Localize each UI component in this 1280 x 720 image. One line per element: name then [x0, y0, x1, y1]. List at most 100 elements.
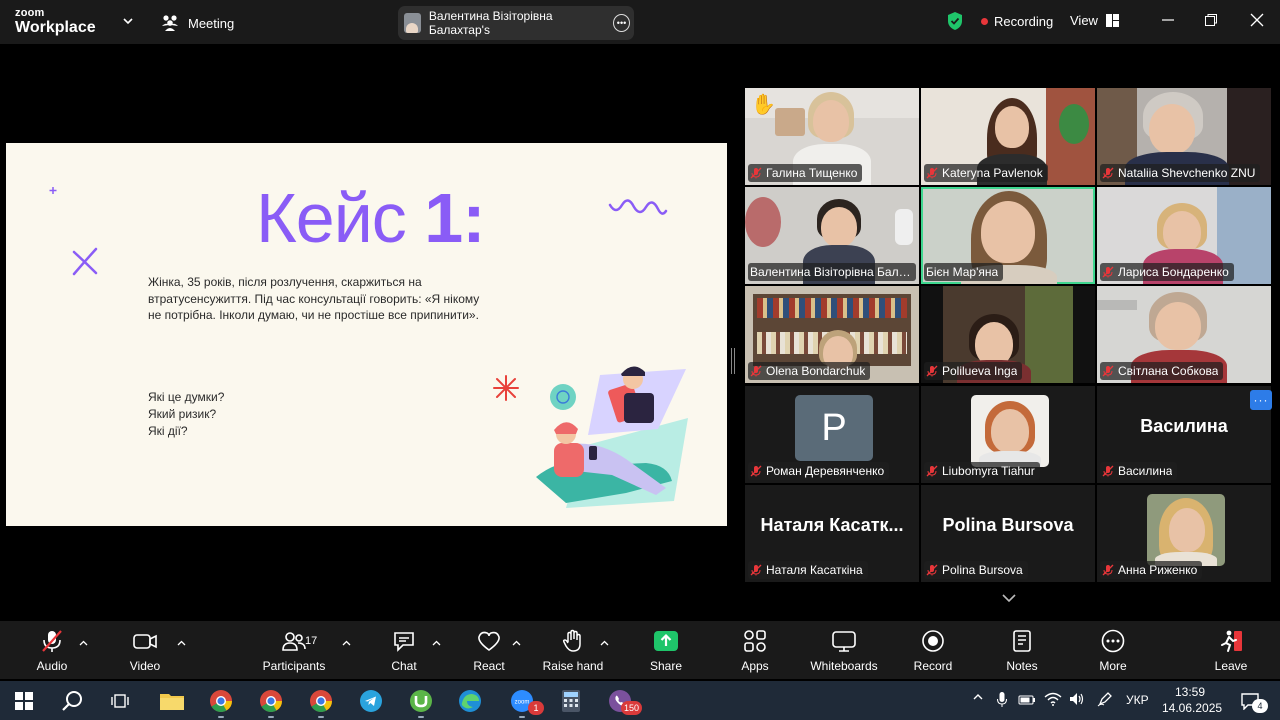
case-questions: Які це думки? Який ризик? Які дії?: [148, 389, 224, 440]
mic-muted-icon: [750, 564, 762, 576]
participant-name-label: Olena Bondarchuk: [748, 362, 871, 380]
viber-icon[interactable]: 150: [604, 685, 642, 717]
wifi-icon[interactable]: [1044, 691, 1062, 707]
record-button[interactable]: Record: [888, 629, 978, 673]
audio-button[interactable]: Audio: [7, 629, 97, 673]
chrome-icon[interactable]: [205, 685, 237, 718]
participant-tile[interactable]: Валентина Візіторівна Балахтар: [745, 187, 919, 284]
more-button[interactable]: More: [1068, 629, 1158, 673]
chevron-up-icon[interactable]: [432, 640, 441, 646]
participant-tile[interactable]: Наталя Касатк... Наталя Касаткіна: [745, 485, 919, 582]
whiteboards-button[interactable]: Whiteboards: [799, 629, 889, 673]
task-view-icon[interactable]: [104, 685, 136, 717]
active-speaker-name: Валентина Візіторівна Балахтар's: [428, 9, 553, 37]
search-icon[interactable]: [56, 685, 88, 717]
participant-tile[interactable]: Polilueva Inga: [921, 286, 1095, 383]
mic-muted-icon: [750, 167, 762, 179]
apps-button[interactable]: Apps: [710, 629, 800, 673]
chrome-icon[interactable]: [305, 685, 337, 718]
restore-icon[interactable]: [1203, 12, 1219, 28]
input-language-indicator[interactable]: УКР: [1126, 693, 1149, 707]
participant-tile[interactable]: ✋ Галина Тищенко: [745, 88, 919, 185]
participant-tile[interactable]: Світлана Собкова: [1097, 286, 1271, 383]
file-explorer-icon[interactable]: [156, 685, 188, 717]
participants-button[interactable]: 17 Participants: [249, 629, 339, 673]
meeting-menu-button[interactable]: Meeting: [160, 13, 234, 33]
participant-tile-active-speaker[interactable]: Бієн Мар'яна: [921, 187, 1095, 284]
cross-decoration-icon: [72, 247, 98, 276]
video-button[interactable]: Video: [100, 629, 190, 673]
edge-icon[interactable]: [454, 685, 486, 717]
recording-indicator[interactable]: Recording: [981, 14, 1053, 29]
windows-taskbar: zoom 1 150 УКР 13:59 14.06.2025 4: [0, 681, 1280, 720]
telegram-icon[interactable]: [355, 685, 387, 717]
leave-icon: [1221, 630, 1242, 652]
participant-tile[interactable]: P Роман Деревянченко: [745, 386, 919, 483]
participant-tile[interactable]: Василина Василина: [1097, 386, 1271, 483]
windows-start-icon[interactable]: [8, 685, 40, 717]
participant-tile[interactable]: Olena Bondarchuk: [745, 286, 919, 383]
participants-icon: [282, 632, 306, 651]
participant-tile[interactable]: Лариса Бондаренко: [1097, 187, 1271, 284]
participant-tile[interactable]: Liubomyra Tiahur: [921, 386, 1095, 483]
calculator-icon[interactable]: [555, 685, 587, 717]
notes-icon: [1013, 630, 1031, 652]
minimize-icon[interactable]: [1160, 12, 1176, 28]
gallery-more-options-button[interactable]: ···: [1250, 390, 1272, 410]
leave-button[interactable]: Leave: [1186, 629, 1276, 673]
participant-name-label: Валентина Візіторівна Балахтар: [748, 263, 916, 281]
zoom-taskbar-icon[interactable]: zoom 1: [506, 685, 544, 718]
raise-hand-button[interactable]: Raise hand: [528, 629, 618, 673]
participant-tile[interactable]: Polina Bursova Polina Bursova: [921, 485, 1095, 582]
utorrent-icon[interactable]: [405, 685, 437, 718]
chevron-up-icon[interactable]: [79, 640, 88, 646]
participant-name-label: Liubomyra Tiahur: [924, 462, 1040, 480]
record-icon: [922, 630, 944, 652]
more-options-icon[interactable]: •••: [613, 14, 631, 32]
starburst-icon: [493, 375, 519, 401]
share-button[interactable]: Share: [621, 629, 711, 673]
notes-button[interactable]: Notes: [977, 629, 1067, 673]
volume-icon[interactable]: [1068, 691, 1084, 707]
question-item: Які це думки?: [148, 390, 225, 404]
mic-muted-icon: [1102, 365, 1114, 377]
participant-tile[interactable]: Nataliia Shevchenko ZNU: [1097, 88, 1271, 185]
participant-tile[interactable]: Анна Риженко: [1097, 485, 1271, 582]
system-clock[interactable]: 13:59 14.06.2025: [1162, 684, 1222, 716]
shared-screen-slide: Кейс 1: Жінка, 35 років, після розлученн…: [6, 143, 727, 526]
participant-name-card: Василина: [1140, 416, 1228, 436]
therapy-session-illustration: [536, 366, 688, 508]
video-gallery: ✋ Галина Тищенко Kateryna Pavlenok Natal…: [745, 88, 1275, 582]
participant-name-label: Лариса Бондаренко: [1100, 263, 1234, 281]
participant-name-card: Наталя Касатк...: [760, 515, 904, 535]
chevron-up-icon[interactable]: [512, 640, 521, 646]
split-view-handle[interactable]: [731, 348, 735, 374]
pen-icon[interactable]: [1097, 691, 1113, 707]
chat-button[interactable]: Chat: [359, 629, 449, 673]
chevron-up-icon[interactable]: [600, 640, 609, 646]
mic-muted-icon: [1102, 167, 1114, 179]
react-button[interactable]: React: [444, 629, 534, 673]
chrome-icon[interactable]: [255, 685, 287, 718]
participant-name-label: Василина: [1100, 462, 1178, 480]
active-speaker-pill[interactable]: Валентина Візіторівна Балахтар's •••: [398, 6, 634, 40]
close-icon[interactable]: [1249, 12, 1265, 28]
battery-icon[interactable]: [1018, 691, 1036, 707]
chevron-up-icon[interactable]: [972, 691, 984, 703]
chevron-up-icon[interactable]: [177, 640, 186, 646]
shield-check-icon[interactable]: [946, 11, 964, 31]
view-layout-icon: [1105, 14, 1119, 27]
mic-muted-icon: [1102, 266, 1114, 278]
microphone-icon[interactable]: [996, 691, 1008, 709]
participant-tile[interactable]: Kateryna Pavlenok: [921, 88, 1095, 185]
chevron-up-icon[interactable]: [342, 640, 351, 646]
chevron-down-icon[interactable]: [1001, 592, 1017, 604]
chevron-down-icon[interactable]: [121, 14, 135, 28]
squiggle-decoration-icon: [608, 199, 668, 215]
title-bar: zoom Workplace Meeting Валентина Візітор…: [0, 0, 1280, 44]
mic-muted-icon: [926, 365, 938, 377]
notification-center-icon[interactable]: 4: [1234, 685, 1268, 717]
avatar: [404, 13, 421, 33]
view-button[interactable]: View: [1070, 13, 1119, 28]
mic-muted-icon: [750, 365, 762, 377]
